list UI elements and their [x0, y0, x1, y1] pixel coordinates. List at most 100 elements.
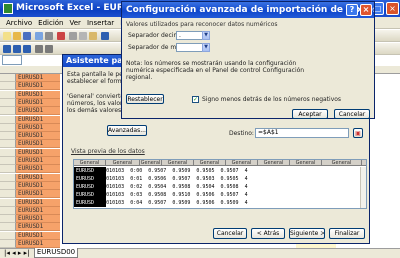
row-header[interactable]: [0, 173, 16, 182]
collapse-dialog-icon[interactable]: ▣: [353, 128, 363, 138]
menu-item[interactable]: Insertar: [87, 17, 114, 29]
cell-column-a[interactable]: EURUSD1: [16, 190, 60, 199]
cell-column-a[interactable]: EURUSD1: [16, 223, 60, 232]
row-header[interactable]: [0, 231, 16, 240]
settings-header: Valores utilizados para reconocer datos …: [126, 21, 278, 28]
preview-label: Vista previa de los datos: [71, 148, 145, 155]
preview-scrollbar[interactable]: [360, 167, 366, 208]
row-header[interactable]: [0, 90, 16, 99]
copy-icon[interactable]: [79, 32, 87, 40]
menu-item[interactable]: Ver: [70, 17, 81, 29]
cell-column-a[interactable]: EURUSD1: [16, 181, 60, 190]
close-icon[interactable]: ×: [386, 2, 399, 15]
wizard-back-button[interactable]: < Atrás: [251, 228, 285, 239]
row-header[interactable]: [0, 157, 16, 165]
row-header[interactable]: [0, 115, 16, 124]
print-icon[interactable]: [35, 32, 43, 40]
chevron-down-icon[interactable]: ▼: [202, 43, 210, 52]
preview-column-header[interactable]: General: [162, 160, 194, 166]
cell-column-a[interactable]: EURUSD1: [16, 123, 60, 132]
cell-column-a[interactable]: EURUSD1: [16, 165, 60, 174]
preview-cell-values: 20010103 0:02 0.9504 0.9508 0.9504 0.950…: [97, 184, 248, 190]
cut-icon[interactable]: [69, 32, 77, 40]
bold-icon[interactable]: [3, 45, 11, 53]
wizard-next-button[interactable]: Siguiente >: [289, 228, 325, 239]
cell-column-a[interactable]: EURUSD1: [16, 173, 60, 182]
save-icon[interactable]: [23, 32, 31, 40]
row-header[interactable]: [0, 148, 16, 157]
cell-column-a[interactable]: EURUSD1: [16, 98, 60, 107]
reset-button[interactable]: Restablecer: [126, 94, 164, 104]
preview-row: EURUSD 20010103 0:00 0.9507 0.9509 0.950…: [74, 167, 366, 175]
row-header[interactable]: [0, 223, 16, 232]
row-header[interactable]: [0, 107, 16, 116]
cell-column-a[interactable]: EURUSD1: [16, 206, 60, 215]
underline-icon[interactable]: [23, 45, 31, 53]
preview-column-header[interactable]: General: [140, 160, 162, 166]
row-header[interactable]: [0, 215, 16, 224]
sheet-nav-arrows-icon[interactable]: |◂ ◂ ▸ ▸|: [4, 249, 29, 258]
ok-button[interactable]: Aceptar: [292, 109, 328, 119]
preview-column-header[interactable]: General: [322, 160, 362, 166]
cell-column-a[interactable]: EURUSD1: [16, 157, 60, 165]
row-header[interactable]: [0, 165, 16, 174]
undo-icon[interactable]: [101, 32, 109, 40]
trailing-minus-label: Signo menos detrás de los números negati…: [202, 96, 342, 103]
name-box[interactable]: [2, 55, 22, 65]
paste-icon[interactable]: [89, 32, 97, 40]
preview-icon[interactable]: [45, 32, 53, 40]
trailing-minus-checkbox[interactable]: ✓: [192, 96, 199, 103]
preview-column-header[interactable]: General: [74, 160, 106, 166]
advanced-button[interactable]: Avanzadas...: [107, 125, 147, 136]
row-header[interactable]: [0, 98, 16, 107]
preview-row: EURUSD 20010103 0:04 0.9507 0.9509 0.950…: [74, 199, 366, 207]
row-header[interactable]: [0, 140, 16, 149]
wizard-finish-button[interactable]: Finalizar: [329, 228, 365, 239]
row-header[interactable]: [0, 240, 16, 248]
open-folder-icon[interactable]: [13, 32, 21, 40]
menu-item[interactable]: Archivo: [6, 17, 32, 29]
cell-column-a[interactable]: EURUSD1: [16, 231, 60, 240]
data-preview[interactable]: General General General General General Gener…: [73, 159, 367, 209]
preview-column-header[interactable]: General: [194, 160, 226, 166]
destination-field[interactable]: =$A$1: [255, 128, 349, 138]
wizard-cancel-button[interactable]: Cancelar: [213, 228, 247, 239]
spelling-icon[interactable]: [57, 32, 65, 40]
row-header[interactable]: [0, 132, 16, 141]
align-center-icon[interactable]: [45, 45, 53, 53]
cell-column-a[interactable]: EURUSD1: [16, 198, 60, 207]
cell-column-a[interactable]: EURUSD1: [16, 115, 60, 124]
row-header[interactable]: [0, 190, 16, 199]
cell-column-a[interactable]: EURUSD1: [16, 148, 60, 157]
help-icon[interactable]: ?: [346, 4, 358, 16]
cell-column-a[interactable]: EURUSD1: [16, 107, 60, 116]
cell-column-a[interactable]: EURUSD1: [16, 82, 60, 91]
row-header[interactable]: [0, 123, 16, 132]
sheet-tab[interactable]: EURUSD00: [34, 248, 78, 258]
cell-column-a[interactable]: EURUSD1: [16, 74, 60, 82]
chevron-down-icon[interactable]: ▼: [202, 31, 210, 40]
row-header[interactable]: [0, 82, 16, 91]
cell-column-a[interactable]: EURUSD1: [16, 140, 60, 149]
menu-item[interactable]: Edición: [38, 17, 63, 29]
preview-column-header[interactable]: General: [106, 160, 140, 166]
advanced-close-icon[interactable]: ×: [360, 4, 372, 16]
preview-column-header[interactable]: General: [290, 160, 322, 166]
advanced-cancel-button[interactable]: Cancelar: [334, 109, 370, 119]
row-header[interactable]: [0, 74, 16, 82]
cell-column-a[interactable]: EURUSD1: [16, 215, 60, 224]
cell-column-a[interactable]: EURUSD1: [16, 240, 60, 248]
new-file-icon[interactable]: [3, 32, 11, 40]
note-text: Nota: los números se mostrarán usando la…: [126, 60, 297, 67]
italic-icon[interactable]: [13, 45, 21, 53]
row-header[interactable]: [0, 206, 16, 215]
align-left-icon[interactable]: [35, 45, 43, 53]
row-header[interactable]: [0, 198, 16, 207]
note-text: regional.: [126, 74, 153, 81]
cell-column-a[interactable]: EURUSD1: [16, 90, 60, 99]
preview-column-header[interactable]: General: [226, 160, 258, 166]
row-header[interactable]: [0, 181, 16, 190]
preview-column-header[interactable]: General: [258, 160, 290, 166]
preview-selected-cell: EURUSD: [76, 168, 98, 174]
cell-column-a[interactable]: EURUSD1: [16, 132, 60, 141]
